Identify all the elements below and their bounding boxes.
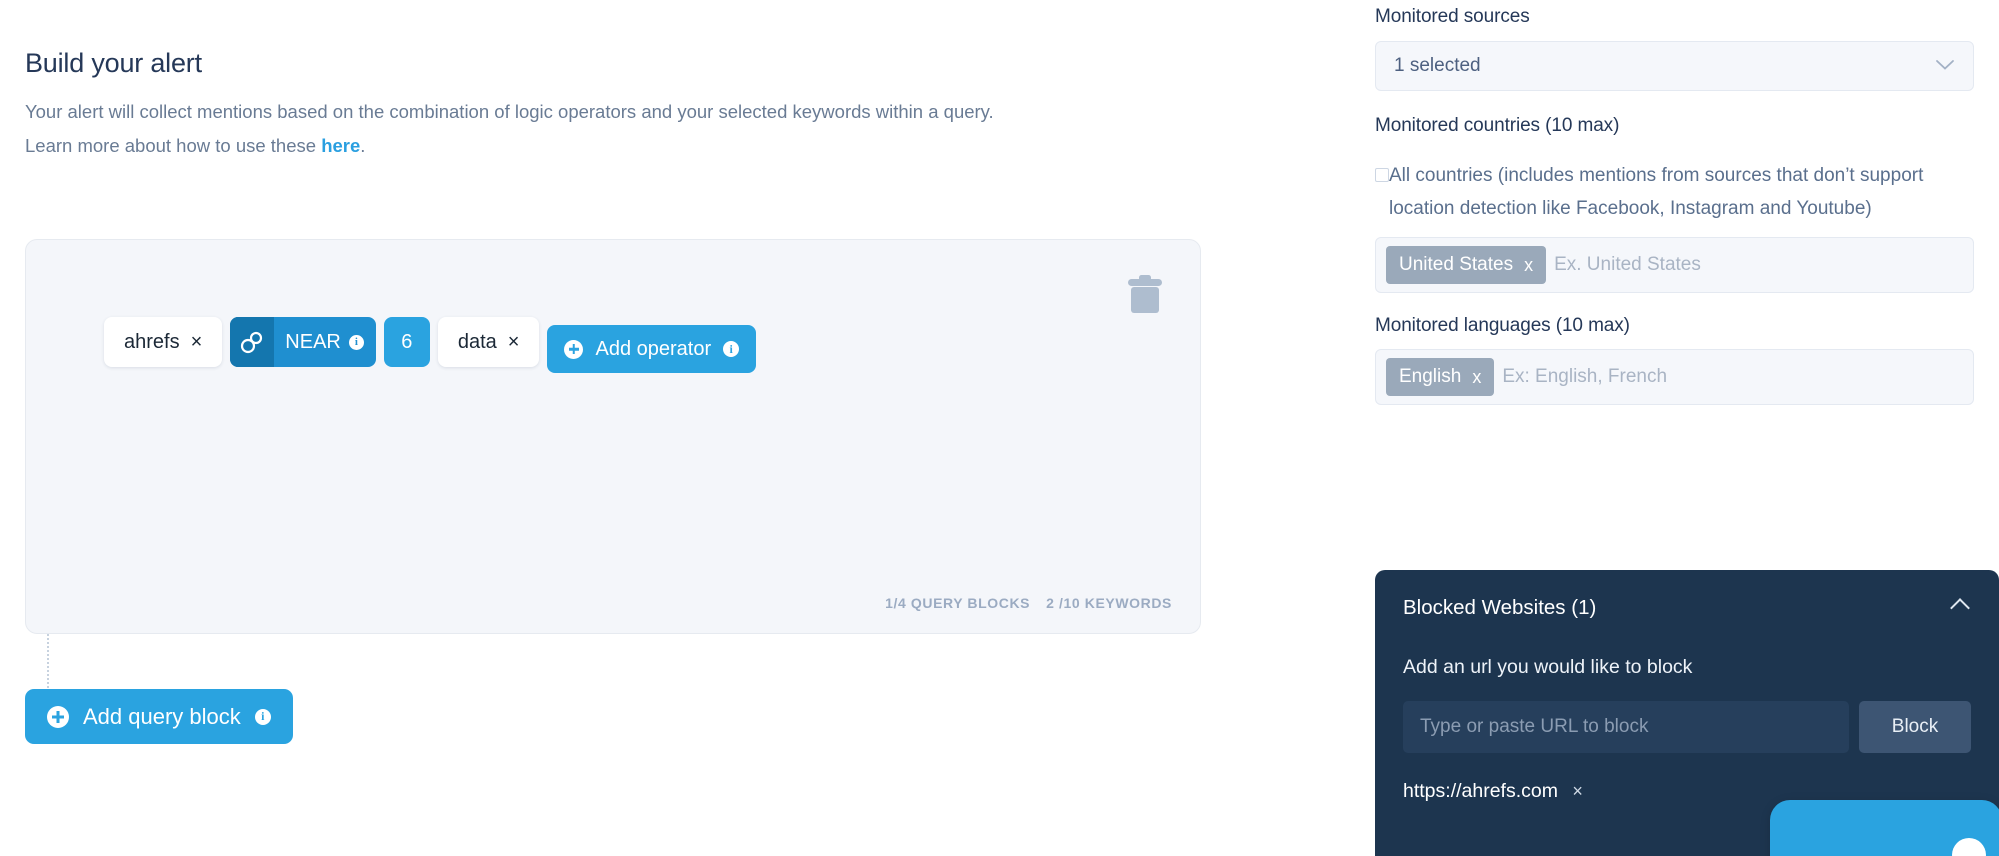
monitored-languages-input[interactable]: English x Ex: English, French [1375,349,1974,405]
blocked-websites-header[interactable]: Blocked Websites (1) [1403,596,1971,620]
operator-chip-label: NEAR [285,330,341,353]
monitored-sources-select[interactable]: 1 selected [1375,41,1974,91]
chat-widget-button[interactable] [1770,800,1999,856]
remove-language-icon[interactable]: x [1472,367,1481,388]
block-url-input[interactable] [1403,701,1849,753]
keyword-chip-ahrefs[interactable]: ahrefs × [104,317,223,367]
delete-query-block-button[interactable] [1126,272,1164,316]
page-description: Your alert will collect mentions based o… [25,95,1215,163]
page-title: Build your alert [25,48,202,78]
description-line-2-prefix: Learn more about how to use these [25,135,322,156]
keywords-counter: 2 /10 KEYWORDS [1046,595,1172,611]
language-tag-english[interactable]: English x [1386,358,1495,396]
query-blocks-counter: 1/4 QUERY BLOCKS [885,595,1031,611]
plus-icon [564,339,584,359]
block-url-row: Block [1403,701,1971,753]
keyword-chip-data[interactable]: data × [437,317,540,367]
monitored-countries-input[interactable]: United States x Ex. United States [1375,237,1974,293]
block-button[interactable]: Block [1859,701,1971,753]
chevron-down-icon [1935,55,1955,77]
build-alert-panel: Build your alert Your alert will collect… [0,0,1360,856]
near-operator-icon [230,317,275,367]
add-query-block-button[interactable]: Add query block i [25,689,293,744]
description-line-1: Your alert will collect mentions based o… [25,101,994,122]
remove-country-icon[interactable]: x [1524,255,1533,276]
operator-chip-near[interactable]: NEAR i [230,317,376,367]
all-countries-checkbox[interactable] [1375,168,1389,182]
monitored-countries-label: Monitored countries (10 max) [1375,115,1620,136]
blocked-url-label: https://ahrefs.com [1403,780,1558,802]
monitored-languages-label: Monitored languages (10 max) [1375,315,1630,336]
country-input-placeholder[interactable]: Ex. United States [1554,254,1963,276]
query-block-card: ahrefs × NEAR i 6 data × Add operator i … [25,239,1201,634]
operator-distance-value[interactable]: 6 [383,317,430,367]
learn-more-here-link[interactable]: here [321,135,360,156]
language-tag-label: English [1399,366,1462,387]
description-line-2-suffix: . [360,135,366,156]
plus-icon [47,705,69,728]
blocked-websites-subtitle: Add an url you would like to block [1403,656,1693,678]
add-operator-info-icon[interactable]: i [723,341,740,357]
monitored-sources-value: 1 selected [1394,55,1481,76]
query-block-counters: 1/4 QUERY BLOCKS 2 /10 KEYWORDS [885,595,1172,611]
all-countries-option[interactable]: All countries (includes mentions from so… [1375,159,1974,225]
country-tag-label: United States [1399,254,1514,275]
trash-icon [1128,275,1162,313]
add-operator-label: Add operator [595,337,712,360]
alert-settings-sidebar: Monitored sources 1 selected Monitored c… [1360,0,1999,856]
chevron-up-icon[interactable] [1950,598,1970,618]
query-expression-row: ahrefs × NEAR i 6 data × [104,317,540,367]
keyword-chip-label: data [457,330,497,353]
remove-keyword-icon[interactable]: × [191,332,203,352]
all-countries-label: All countries (includes mentions from so… [1389,165,1924,219]
remove-blocked-url-icon[interactable]: × [1572,781,1583,801]
add-query-block-info-icon[interactable]: i [254,708,271,725]
keyword-chip-label: ahrefs [124,330,180,353]
alert-builder-page: Build your alert Your alert will collect… [0,0,1999,856]
add-operator-button[interactable]: Add operator i [547,325,757,373]
operator-info-icon[interactable]: i [348,334,364,350]
query-chips-container: ahrefs × NEAR i 6 data × Add operator i [104,317,1104,373]
remove-keyword-icon[interactable]: × [508,332,520,352]
add-query-block-label: Add query block [83,703,241,729]
language-input-placeholder[interactable]: Ex: English, French [1502,366,1963,388]
blocked-websites-title: Blocked Websites (1) [1403,596,1597,619]
monitored-sources-label: Monitored sources [1375,6,1530,27]
query-block-connector-line [47,634,49,696]
country-tag-united-states[interactable]: United States x [1386,246,1547,284]
